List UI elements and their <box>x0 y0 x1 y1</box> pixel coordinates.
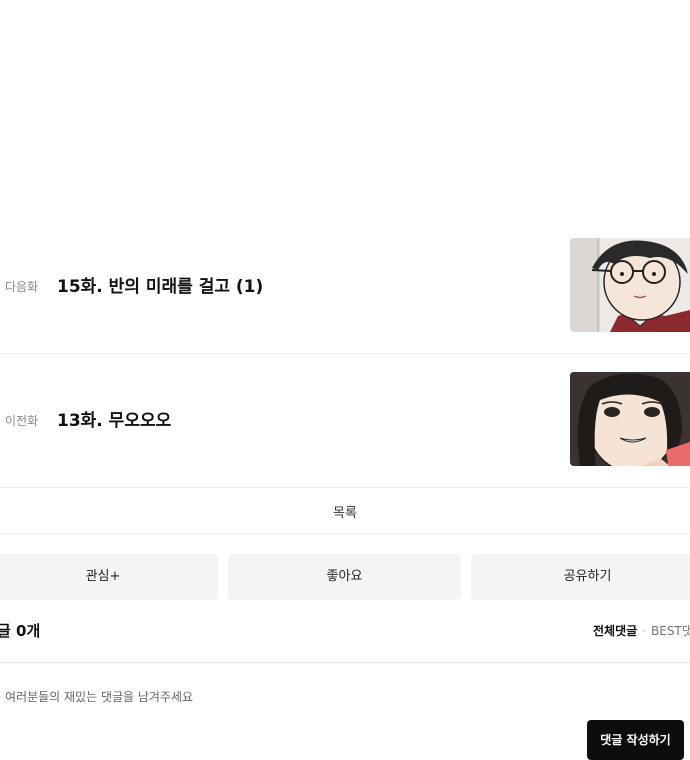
next-episode-title[interactable]: 15화. 반의 미래를 걸고 (1) <box>57 272 263 297</box>
next-episode-label: 다음화 <box>5 280 39 294</box>
write-comment-button[interactable]: 댓글 작성하기 <box>587 720 684 760</box>
tab-separator: · <box>642 624 646 638</box>
previous-episode-title[interactable]: 13화. 무오오오 <box>57 406 171 431</box>
tab-best-comments[interactable]: BEST댓 <box>651 624 690 638</box>
comment-sort-tabs: 전체댓글 · BEST댓 <box>593 622 690 639</box>
episode-list-link[interactable]: 목록 <box>0 488 690 534</box>
comments-divider <box>0 662 690 663</box>
next-episode-thumbnail[interactable] <box>570 238 690 332</box>
previous-episode-thumbnail[interactable] <box>570 372 690 466</box>
comment-count: 글 0개 <box>0 622 41 640</box>
favorite-button[interactable]: 관심+ <box>0 554 218 600</box>
boy-with-glasses-illustration <box>570 238 690 332</box>
comment-input[interactable]: 여러분들의 재밌는 댓글을 남겨주세요 <box>5 688 193 705</box>
previous-episode-row[interactable]: 이전화 13화. 무오오오 <box>0 354 690 488</box>
girl-smiling-illustration <box>570 372 690 466</box>
tab-all-comments[interactable]: 전체댓글 <box>593 624 637 638</box>
like-button[interactable]: 좋아요 <box>228 554 461 600</box>
next-episode-row[interactable]: 다음화 15화. 반의 미래를 걸고 (1) <box>0 220 690 354</box>
previous-episode-label: 이전화 <box>5 414 39 428</box>
episode-list-label: 목록 <box>333 506 357 521</box>
share-button[interactable]: 공유하기 <box>471 554 690 600</box>
